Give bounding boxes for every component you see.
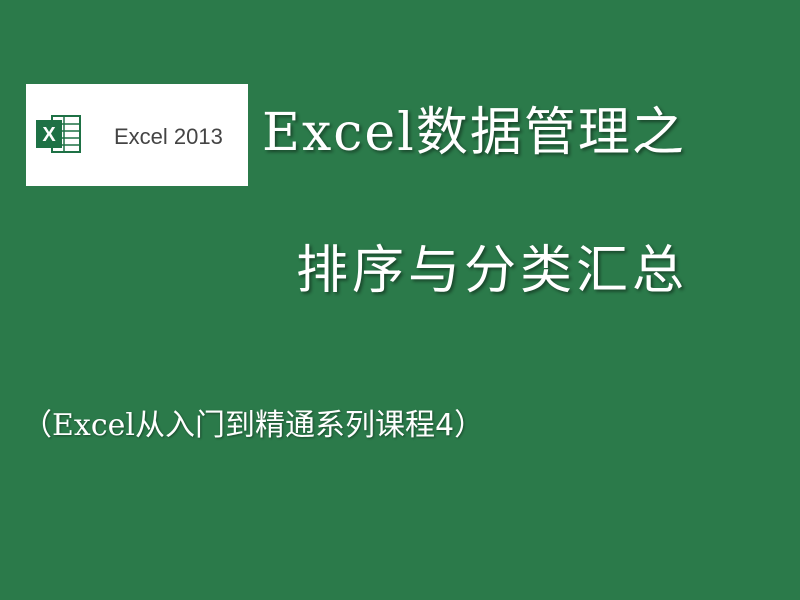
logo-text: Excel 2013	[114, 124, 223, 149]
subtitle-close-paren: ）	[454, 408, 485, 443]
excel-icon-letter: X	[42, 124, 56, 146]
excel-logo-card: X Excel 2013	[26, 84, 248, 186]
title-cjk: 数据管理之	[415, 103, 686, 163]
subtitle: （Excel从入门到精通系列课程4）	[22, 400, 484, 444]
excel-icon: X	[36, 115, 81, 153]
title-latin: Excel	[262, 103, 416, 163]
subtitle-cjk: 从入门到精通系列课程4	[134, 408, 455, 443]
title-line-2: 排序与分类汇总	[296, 241, 689, 301]
subtitle-latin: Excel	[52, 408, 135, 443]
title-line-1: Excel数据管理之	[262, 90, 686, 165]
subtitle-open-paren: （	[22, 408, 52, 443]
